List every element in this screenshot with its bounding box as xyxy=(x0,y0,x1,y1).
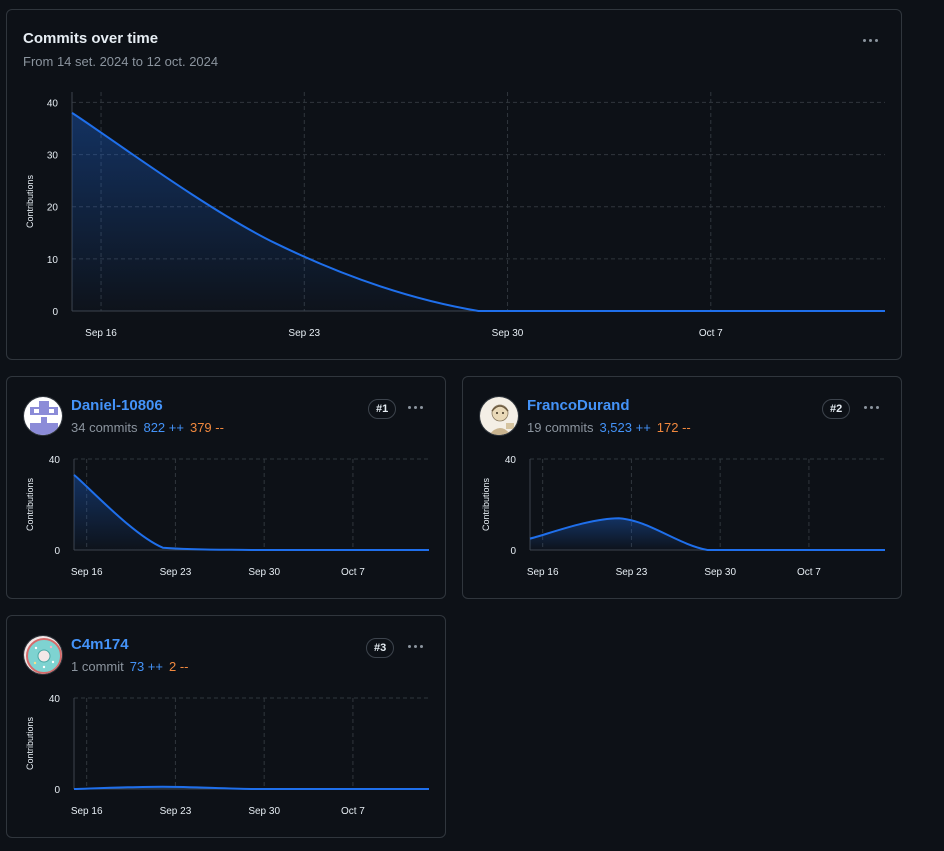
more-options-icon[interactable] xyxy=(860,399,882,415)
contributor-chart: 0 40 Sep 16 Sep 23 Sep 30 Oct 7 Contributions xyxy=(25,694,429,817)
contributor-card: Daniel-10806 34 commits 822 ++ 379 -- #1 0… xyxy=(6,376,446,599)
x-tick-label: Sep 23 xyxy=(288,328,320,339)
y-tick-label: 30 xyxy=(47,151,59,162)
contributor-stats: 19 commits 3,523 ++ 172 -- xyxy=(527,420,691,435)
contributor-stats: 34 commits 822 ++ 379 -- xyxy=(71,420,224,435)
commits-over-time-card: Commits over time From 14 set. 2024 to 1… xyxy=(6,9,902,360)
x-tick-label: Sep 30 xyxy=(248,806,280,817)
avatar[interactable] xyxy=(23,396,63,436)
x-tick-label: Sep 23 xyxy=(616,567,648,578)
y-axis-label: Contributions xyxy=(25,716,35,770)
additions-count: 3,523 ++ xyxy=(599,420,651,435)
y-tick-label: 0 xyxy=(54,785,60,796)
series-area xyxy=(74,474,429,550)
x-tick-label: Oct 7 xyxy=(341,567,365,578)
contributor-chart: 0 40 Sep 16 Sep 23 Sep 30 Oct 7 Contributions xyxy=(481,455,885,578)
chart-subtitle: From 14 set. 2024 to 12 oct. 2024 xyxy=(23,54,219,69)
x-tick-label: Sep 23 xyxy=(160,567,192,578)
additions-count: 73 ++ xyxy=(129,659,163,674)
rank-badge: #1 xyxy=(368,399,397,419)
y-tick-label: 10 xyxy=(47,255,59,266)
y-axis-label: Contributions xyxy=(25,477,35,531)
y-tick-label: 20 xyxy=(47,203,59,214)
series-area xyxy=(72,112,885,312)
x-tick-label: Oct 7 xyxy=(699,328,723,339)
x-tick-label: Sep 23 xyxy=(160,806,192,817)
deletions-count: 2 -- xyxy=(169,659,189,674)
x-tick-label: Sep 16 xyxy=(85,328,117,339)
y-tick-label: 40 xyxy=(47,98,59,109)
contributor-chart: 0 40 Sep 16 Sep 23 Sep 30 Oct 7 Contributions xyxy=(25,455,429,578)
deletions-count: 379 -- xyxy=(189,420,224,435)
y-tick-label: 0 xyxy=(510,546,516,557)
x-tick-label: Sep 30 xyxy=(492,328,524,339)
y-tick-label: 40 xyxy=(49,694,61,705)
chart-title: Commits over time xyxy=(23,30,159,47)
deletions-count: 172 -- xyxy=(656,420,691,435)
contributor-card: FrancoDurand 19 commits 3,523 ++ 172 -- #2… xyxy=(462,376,902,599)
rank-badge: #3 xyxy=(366,638,395,658)
x-tick-label: Sep 30 xyxy=(248,567,280,578)
y-tick-label: 40 xyxy=(49,455,61,466)
x-tick-label: Oct 7 xyxy=(797,567,821,578)
contributor-stats: 1 commit 73 ++ 2 -- xyxy=(71,659,189,674)
commits-chart: 0 10 20 30 40 Sep 16 Sep 23 Sep 30 Oct 7 Contribu… xyxy=(25,92,885,339)
avatar[interactable] xyxy=(23,635,63,675)
more-options-icon[interactable] xyxy=(404,399,426,415)
commit-count: 1 commit xyxy=(71,659,124,674)
avatar[interactable] xyxy=(479,396,519,436)
contributor-name-link[interactable]: C4m174 xyxy=(71,636,129,653)
more-options-icon[interactable] xyxy=(859,32,881,48)
x-tick-label: Oct 7 xyxy=(341,806,365,817)
commit-count: 34 commits xyxy=(71,420,138,435)
contributor-name-link[interactable]: Daniel-10806 xyxy=(71,397,163,414)
additions-count: 822 ++ xyxy=(143,420,184,435)
rank-badge: #2 xyxy=(822,399,851,419)
y-axis-label: Contributions xyxy=(481,477,491,531)
contributor-name-link[interactable]: FrancoDurand xyxy=(527,397,630,414)
y-tick-label: 40 xyxy=(505,455,517,466)
y-axis-label: Contributions xyxy=(25,174,35,228)
y-tick-label: 0 xyxy=(54,546,60,557)
commit-count: 19 commits xyxy=(527,420,594,435)
more-options-icon[interactable] xyxy=(404,638,426,654)
x-tick-label: Sep 16 xyxy=(71,567,103,578)
x-tick-label: Sep 16 xyxy=(71,806,103,817)
x-tick-label: Sep 30 xyxy=(704,567,736,578)
contributor-card: C4m174 1 commit 73 ++ 2 -- #3 0 40 Sep 16 Sep… xyxy=(6,615,446,838)
y-tick-label: 0 xyxy=(52,307,58,318)
x-tick-label: Sep 16 xyxy=(527,567,559,578)
